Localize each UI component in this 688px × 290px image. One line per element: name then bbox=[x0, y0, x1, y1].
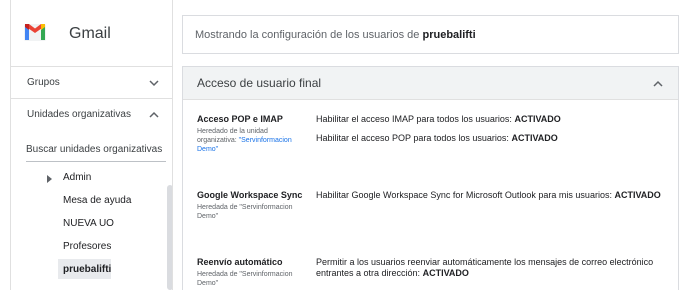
ou-item-profesores[interactable]: Profesores bbox=[63, 236, 111, 256]
value-state: ACTIVADO bbox=[511, 133, 558, 143]
value-text: Permitir a los usuarios reenviar automát… bbox=[316, 257, 654, 278]
setting-value-sync: Habilitar Google Workspace Sync for Micr… bbox=[316, 190, 666, 201]
value-state: ACTIVADO bbox=[514, 114, 561, 124]
banner-text: Mostrando la configuración de los usuari… bbox=[195, 29, 476, 41]
collapse-chevron-icon[interactable] bbox=[652, 78, 664, 90]
setting-value-imap: Habilitar el acceso IMAP para todos los … bbox=[316, 114, 666, 125]
ou-search[interactable]: Buscar unidades organizativas bbox=[11, 136, 172, 162]
gmail-logo-icon bbox=[24, 24, 46, 41]
left-panel: Gmail Grupos Unidades organizativas Busc… bbox=[10, 0, 173, 290]
setting-row-reenvio[interactable]: Reenvío automático Heredada de "Servinfo… bbox=[183, 257, 678, 290]
card-header[interactable]: Acceso de usuario final bbox=[183, 67, 678, 100]
ou-item-nueva-uo[interactable]: NUEVA UO bbox=[63, 213, 114, 233]
value-text: Habilitar el acceso POP para todos los u… bbox=[316, 133, 509, 143]
banner-prefix: Mostrando la configuración de los usuari… bbox=[195, 29, 420, 41]
value-text: Habilitar Google Workspace Sync for Micr… bbox=[316, 190, 612, 200]
chevron-down-icon[interactable] bbox=[148, 77, 160, 89]
ou-item-mesa-de-ayuda[interactable]: Mesa de ayuda bbox=[63, 190, 131, 210]
chevron-up-icon[interactable] bbox=[148, 109, 160, 121]
setting-name: Acceso POP e IMAP bbox=[197, 114, 283, 124]
section-grupos[interactable]: Grupos bbox=[11, 66, 172, 100]
value-text: Habilitar el acceso IMAP para todos los … bbox=[316, 114, 512, 124]
value-state: ACTIVADO bbox=[614, 190, 661, 200]
expand-arrow-icon[interactable] bbox=[47, 175, 52, 183]
settings-card: Acceso de usuario final Acceso POP e IMA… bbox=[182, 66, 679, 290]
app-header: Gmail bbox=[11, 0, 172, 66]
setting-name: Reenvío automático bbox=[197, 257, 283, 267]
section-ou-label: Unidades organizativas bbox=[27, 109, 131, 120]
value-state: ACTIVADO bbox=[422, 268, 469, 278]
app-name: Gmail bbox=[69, 25, 111, 42]
ou-item-admin[interactable]: Admin bbox=[63, 167, 91, 187]
ou-search-input[interactable]: Buscar unidades organizativas bbox=[26, 144, 162, 155]
settings-scope-banner: Mostrando la configuración de los usuari… bbox=[182, 15, 679, 54]
setting-name: Google Workspace Sync bbox=[197, 190, 303, 200]
setting-value-pop: Habilitar el acceso POP para todos los u… bbox=[316, 133, 666, 144]
setting-row-workspace-sync[interactable]: Google Workspace Sync Heredada de "Servi… bbox=[183, 190, 678, 230]
setting-row-pop-imap[interactable]: Acceso POP e IMAP Heredado de la unidad … bbox=[183, 114, 678, 164]
search-underline bbox=[26, 161, 166, 162]
setting-inherited: Heredada de "Servinformacion Demo" bbox=[197, 204, 293, 220]
setting-inherited: Heredado de la unidad organizativa: "Ser… bbox=[197, 127, 297, 154]
section-unidades-organizativas[interactable]: Unidades organizativas bbox=[11, 98, 172, 132]
setting-inherited: Heredada de "Servinformacion Demo" bbox=[197, 271, 293, 287]
sidebar-scrollbar[interactable] bbox=[167, 185, 172, 290]
ou-item-pruebalifti[interactable]: pruebalifti bbox=[58, 259, 111, 279]
banner-ou: pruebalifti bbox=[422, 29, 476, 41]
setting-value-reenvio: Permitir a los usuarios reenviar automát… bbox=[316, 257, 666, 279]
section-grupos-label: Grupos bbox=[27, 77, 60, 88]
card-title: Acceso de usuario final bbox=[197, 76, 322, 90]
